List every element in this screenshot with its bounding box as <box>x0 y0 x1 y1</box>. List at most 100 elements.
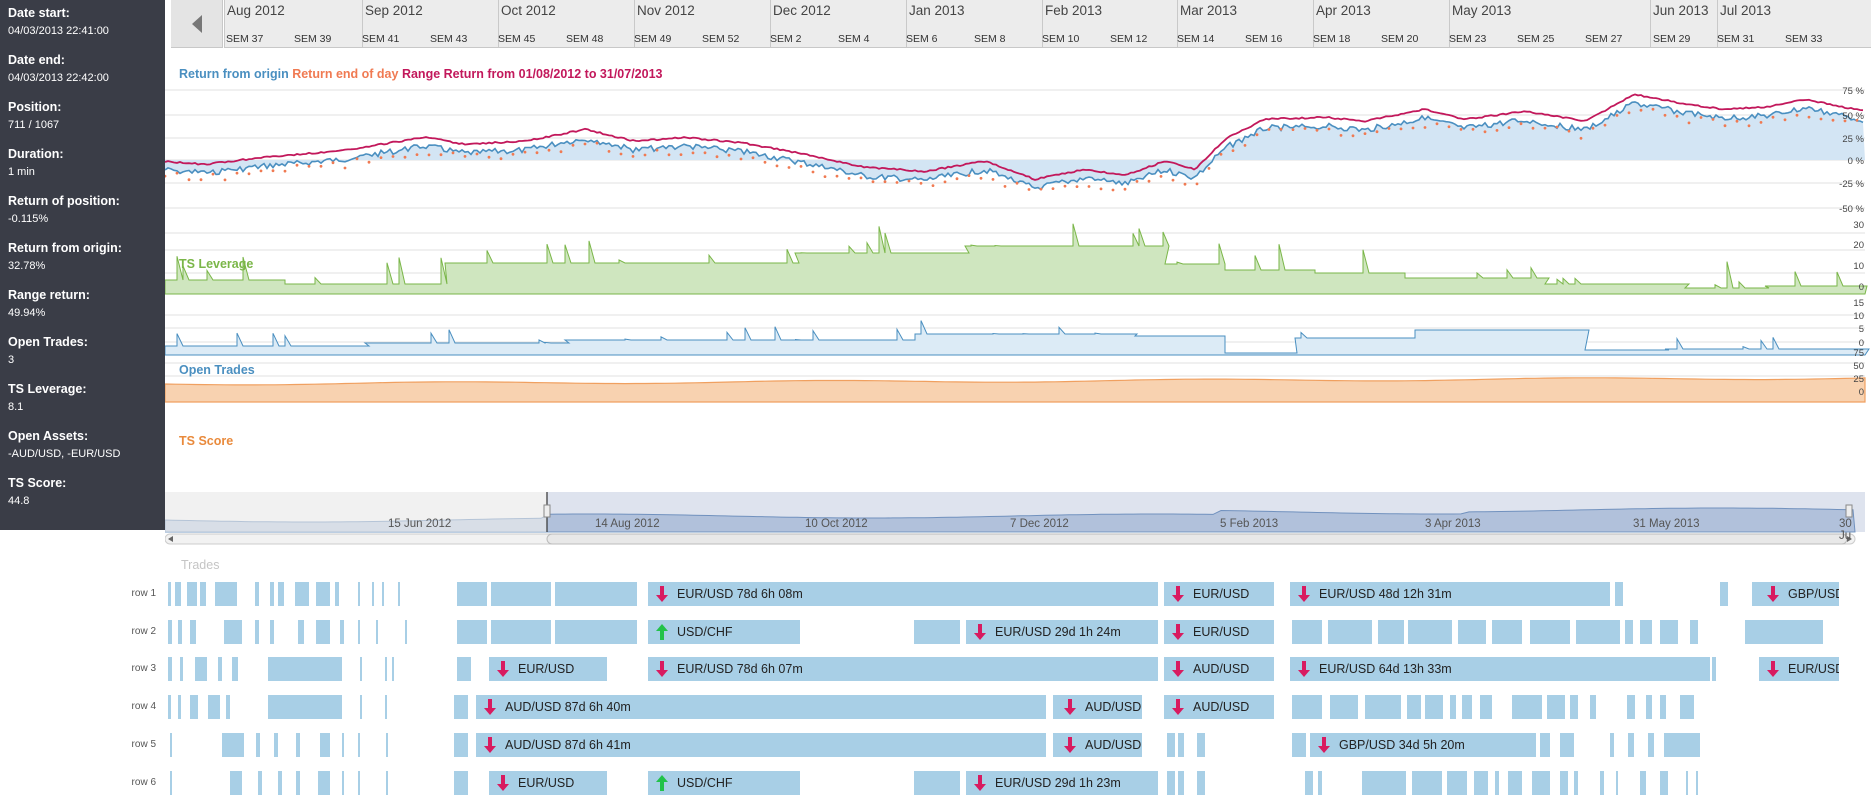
trade-bar[interactable] <box>1292 620 1322 644</box>
trade-bar[interactable] <box>1305 771 1313 795</box>
trade-bar[interactable] <box>1660 695 1666 719</box>
trade-bar[interactable] <box>555 620 637 644</box>
week-label[interactable]: SEM 43 <box>430 33 467 45</box>
trade-bar[interactable] <box>376 620 378 644</box>
trade-block[interactable]: EUR/USD 64d 13h 33m <box>1290 657 1710 681</box>
week-label[interactable]: SEM 4 <box>838 33 870 45</box>
trade-bar[interactable] <box>335 582 339 606</box>
trade-bar[interactable] <box>1425 695 1443 719</box>
week-label[interactable]: SEM 10 <box>1042 33 1079 45</box>
trade-bar[interactable] <box>1407 695 1421 719</box>
trade-bar[interactable] <box>386 733 388 757</box>
trade-bar[interactable] <box>295 582 309 606</box>
trade-bar[interactable] <box>1600 771 1604 795</box>
trade-bar[interactable] <box>1330 695 1358 719</box>
trade-bar[interactable] <box>318 771 330 795</box>
trade-bar[interactable] <box>1745 620 1823 644</box>
trade-bar[interactable] <box>175 582 181 606</box>
trade-bar[interactable] <box>222 733 244 757</box>
month-label[interactable]: Jan 2013 <box>909 3 965 18</box>
trade-bar[interactable] <box>1616 771 1618 795</box>
trade-bar[interactable] <box>372 582 374 606</box>
charts-area[interactable]: Return from origin Return end of day Ran… <box>165 58 1871 488</box>
trade-bar[interactable] <box>1576 620 1620 644</box>
trade-bar[interactable] <box>316 620 330 644</box>
trade-bar[interactable] <box>168 582 171 606</box>
trade-bar[interactable] <box>1412 771 1442 795</box>
trade-bar[interactable] <box>268 695 342 719</box>
trade-bar[interactable] <box>1447 771 1467 795</box>
trade-block[interactable]: AUD/USD <box>1164 695 1274 719</box>
trade-bar[interactable] <box>1712 657 1716 681</box>
week-label[interactable]: SEM 29 <box>1653 33 1690 45</box>
legend-return-from-origin[interactable]: Return from origin <box>179 67 289 81</box>
trade-bar[interactable] <box>230 771 242 795</box>
week-label[interactable]: SEM 37 <box>226 33 263 45</box>
week-label[interactable]: SEM 52 <box>702 33 739 45</box>
month-label[interactable]: Aug 2012 <box>227 3 285 18</box>
trade-bar[interactable] <box>178 620 182 644</box>
trade-bar[interactable] <box>385 695 387 719</box>
trade-block[interactable]: EUR/USD <box>1759 657 1839 681</box>
trade-bar[interactable] <box>190 620 196 644</box>
trade-bar[interactable] <box>1560 771 1568 795</box>
week-label[interactable]: SEM 25 <box>1517 33 1554 45</box>
trade-bar[interactable] <box>914 620 960 644</box>
week-label[interactable]: SEM 16 <box>1245 33 1282 45</box>
trade-block[interactable]: EUR/USD <box>489 657 607 681</box>
trade-bar[interactable] <box>187 582 197 606</box>
trade-bar[interactable] <box>296 733 300 757</box>
trade-block[interactable]: EUR/USD 78d 6h 08m <box>648 582 1158 606</box>
trade-bar[interactable] <box>454 695 468 719</box>
trade-bar[interactable] <box>168 657 172 681</box>
month-label[interactable]: Apr 2013 <box>1316 3 1371 18</box>
month-label[interactable]: Jun 2013 <box>1653 3 1709 18</box>
trade-bar[interactable] <box>1560 733 1574 757</box>
trade-bar[interactable] <box>457 620 487 644</box>
trade-block[interactable]: GBP/USD <box>1759 582 1839 606</box>
trade-block[interactable]: AUD/USD <box>1164 657 1274 681</box>
trade-bar[interactable] <box>258 771 262 795</box>
month-label[interactable]: Mar 2013 <box>1180 3 1237 18</box>
trade-bar[interactable] <box>200 582 206 606</box>
week-label[interactable]: SEM 45 <box>498 33 535 45</box>
week-label[interactable]: SEM 6 <box>906 33 938 45</box>
trade-bar[interactable] <box>1474 771 1488 795</box>
trade-bar[interactable] <box>1627 695 1635 719</box>
timeline-header[interactable]: Aug 2012 Sep 2012 Oct 2012 Nov 2012 Dec 2012… <box>224 0 1871 48</box>
trade-bar[interactable] <box>224 620 242 644</box>
charts-canvas[interactable] <box>165 58 1871 488</box>
trade-bar[interactable] <box>278 771 282 795</box>
legend-return-end-of-day[interactable]: Return end of day <box>292 67 398 81</box>
trade-block[interactable]: EUR/USD 48d 12h 31m <box>1290 582 1610 606</box>
trade-bar[interactable] <box>1664 733 1700 757</box>
trade-bar[interactable] <box>1292 695 1322 719</box>
trade-bar[interactable] <box>1530 620 1570 644</box>
trade-bar[interactable] <box>255 620 259 644</box>
trade-bar[interactable] <box>1378 620 1404 644</box>
trade-bar[interactable] <box>454 733 468 757</box>
trade-bar[interactable] <box>1480 695 1492 719</box>
navigator-left-handle[interactable] <box>543 504 551 518</box>
trade-bar[interactable] <box>278 582 284 606</box>
trade-bar[interactable] <box>1167 733 1175 757</box>
trade-bar[interactable] <box>1680 695 1694 719</box>
trade-bar[interactable] <box>1648 733 1654 757</box>
month-label[interactable]: Feb 2013 <box>1045 3 1102 18</box>
trade-bar[interactable] <box>298 620 304 644</box>
trade-bar[interactable] <box>457 657 471 681</box>
trade-bar[interactable] <box>170 771 172 795</box>
trade-bar[interactable] <box>1197 733 1205 757</box>
trade-bar[interactable] <box>232 657 238 681</box>
trade-bar[interactable] <box>1625 620 1633 644</box>
week-label[interactable]: SEM 12 <box>1110 33 1147 45</box>
week-label[interactable]: SEM 48 <box>566 33 603 45</box>
trade-bar[interactable] <box>1365 695 1401 719</box>
trade-bar[interactable] <box>1167 771 1175 795</box>
trade-bar[interactable] <box>1660 771 1668 795</box>
navigator-right-handle[interactable] <box>1845 504 1853 518</box>
trade-bar[interactable] <box>1450 695 1456 719</box>
trade-bar[interactable] <box>1570 695 1578 719</box>
trade-bar[interactable] <box>1532 771 1550 795</box>
trade-bar[interactable] <box>1462 695 1472 719</box>
